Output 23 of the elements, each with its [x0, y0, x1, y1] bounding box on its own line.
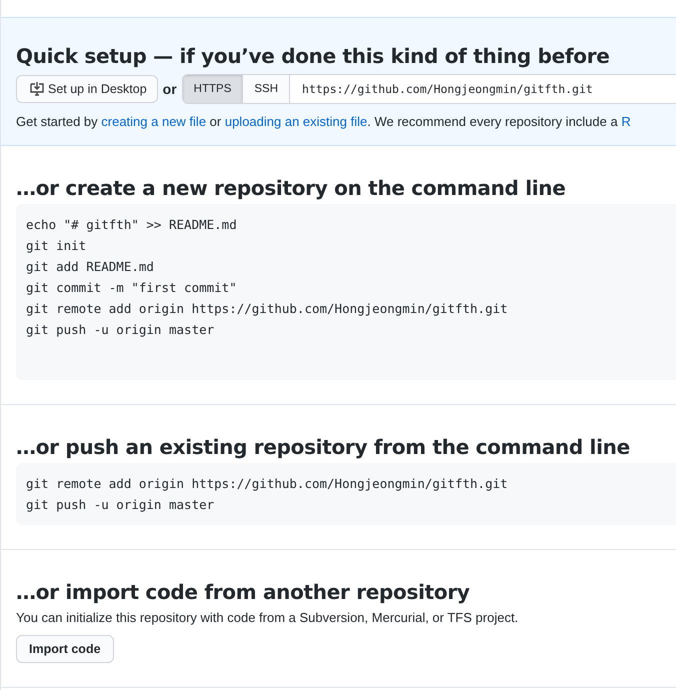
- code-line: git remote add origin https://github.com/Hongjeongmin/gitfth.git: [26, 300, 509, 318]
- help-text: Get started by: [16, 114, 99, 129]
- help-text: . We recommend every repository include a: [367, 114, 619, 129]
- section-heading: Quick setup — if you’ve done this kind of thing before: [16, 44, 611, 68]
- code-line: git commit -m "first commit": [26, 279, 238, 297]
- section-heading: …or push an existing repository from the command line: [16, 435, 631, 459]
- link[interactable]: uploading an existing file: [224, 114, 368, 129]
- or-label: or: [162, 81, 177, 97]
- import-description: You can initialize this repository with code from a Subversion, Mercurial, or TFS project.: [16, 610, 520, 625]
- link[interactable]: creating a new file: [101, 114, 206, 129]
- code-line: git push -u origin master: [26, 321, 216, 339]
- code-line: git push -u origin master: [26, 496, 216, 514]
- code-line: git init: [26, 237, 88, 255]
- code-line: echo "# gitfth" >> README.md: [26, 216, 238, 234]
- desktop-download-icon: [29, 81, 45, 97]
- import-code-button[interactable]: Import code: [16, 635, 114, 663]
- section-heading: …or create a new repository on the command line: [16, 176, 567, 200]
- link[interactable]: R: [621, 114, 631, 129]
- help-text: or: [208, 114, 222, 129]
- section-heading: …or import code from another repository: [16, 580, 471, 604]
- set-up-in-desktop-button[interactable]: Set up in Desktop: [16, 75, 158, 103]
- code-line: git remote add origin https://github.com/Hongjeongmin/gitfth.git: [26, 475, 509, 493]
- code-line: git add README.md: [26, 258, 155, 276]
